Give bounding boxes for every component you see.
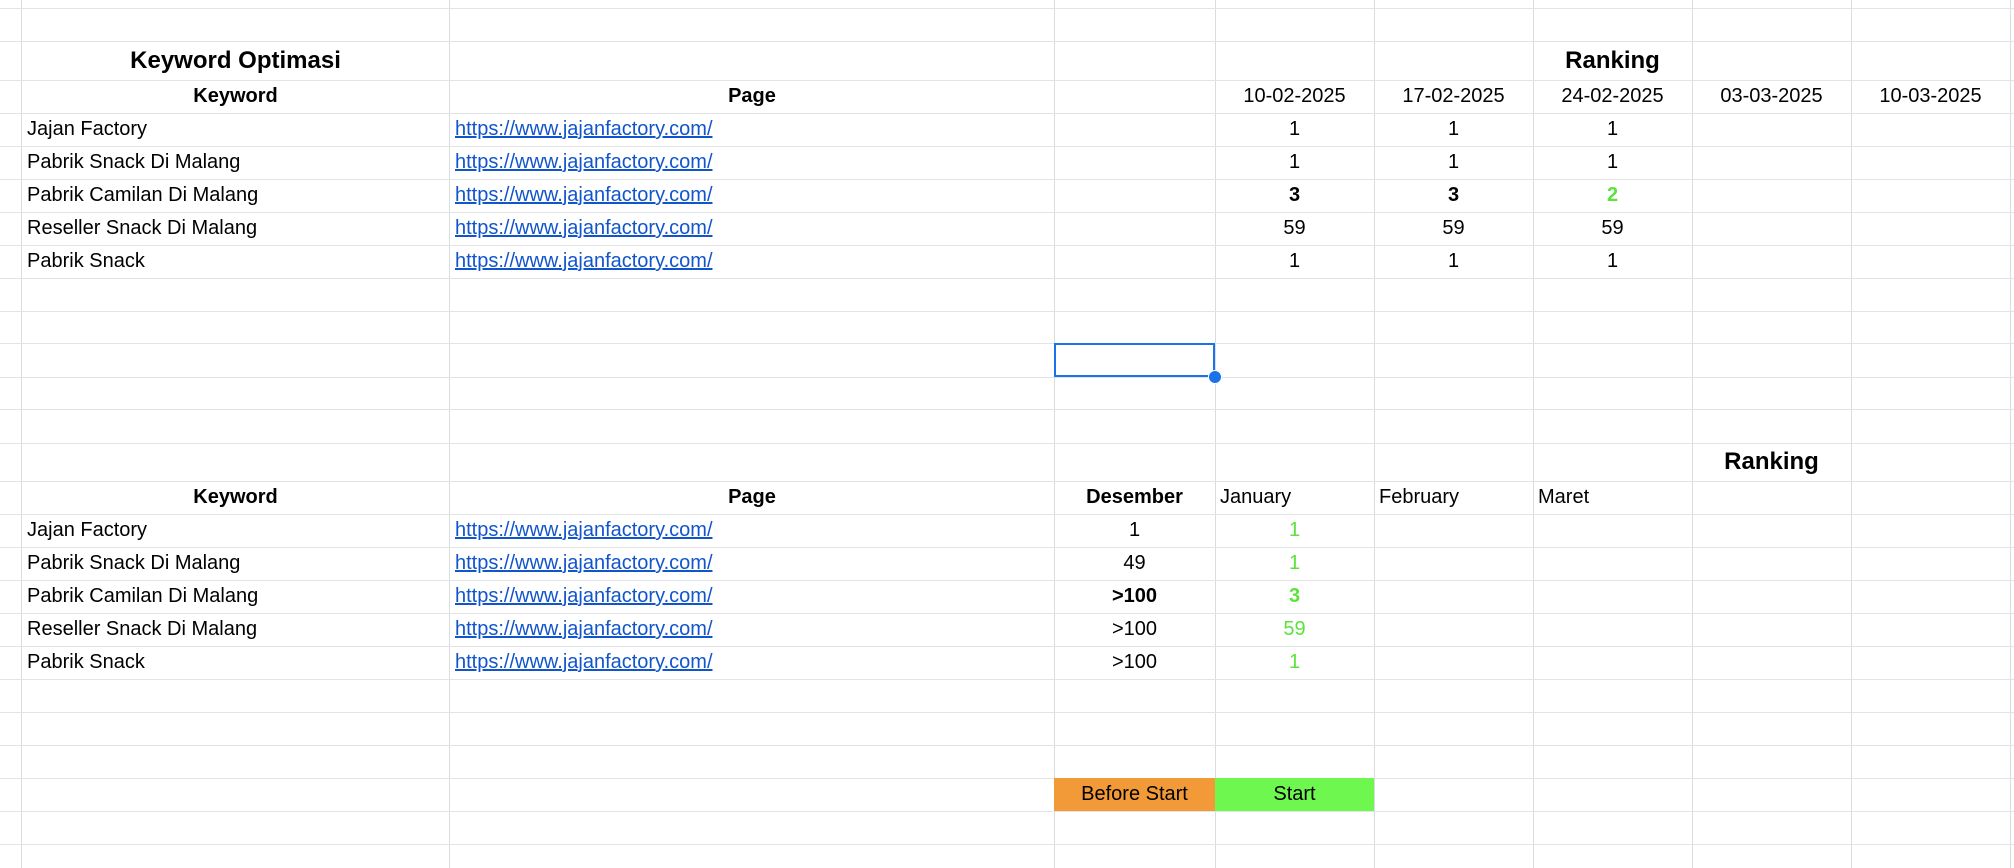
- fill-handle[interactable]: [1208, 370, 1222, 384]
- table1-rank-cell: 1: [1288, 151, 1301, 173]
- table1-page-link[interactable]: https://www.jajanfactory.com/: [450, 179, 1054, 212]
- table1-rank-cell: 1: [1606, 250, 1619, 272]
- table1-keyword-cell: Pabrik Snack: [27, 250, 145, 272]
- grid-row-line: [0, 409, 2014, 410]
- table2-keyword-cell: Reseller Snack Di Malang: [27, 618, 258, 640]
- table1-rank-cell: 2: [1606, 184, 1619, 206]
- table1-date-header: 24-02-2025: [1561, 85, 1664, 107]
- grid-row-line: [0, 745, 2014, 746]
- table2-before-cell: >100: [1111, 618, 1158, 640]
- legend-before-start: Before Start: [1054, 778, 1215, 811]
- table1-date-header: 10-02-2025: [1243, 85, 1346, 107]
- table1-page-link[interactable]: https://www.jajanfactory.com/: [450, 146, 1054, 179]
- table2-january-cell: 1: [1288, 651, 1301, 673]
- selected-cell[interactable]: [1054, 343, 1215, 377]
- table2-month-header: February: [1379, 486, 1460, 508]
- table2-before-cell: 49: [1123, 552, 1146, 574]
- table1-title: Keyword Optimasi: [130, 47, 341, 74]
- table1-rank-cell: 1: [1447, 118, 1460, 140]
- table1-page-header: Page: [728, 85, 776, 107]
- table2-january-cell: 1: [1288, 552, 1301, 574]
- table2-keyword-cell: Pabrik Camilan Di Malang: [27, 585, 259, 607]
- grid-row-line: [0, 311, 2014, 312]
- grid-row-line: [0, 8, 2014, 9]
- table2-january-cell: 3: [1288, 585, 1301, 607]
- grid-row-line: [0, 377, 2014, 378]
- table1-rank-cell: 59: [1601, 217, 1624, 239]
- table1-ranking-title: Ranking: [1565, 47, 1660, 74]
- table1-page-link[interactable]: https://www.jajanfactory.com/: [450, 212, 1054, 245]
- grid-column-line: [2010, 0, 2011, 868]
- table1-keyword-cell: Jajan Factory: [27, 118, 148, 140]
- table1-page-link[interactable]: https://www.jajanfactory.com/: [450, 245, 1054, 278]
- table1-rank-cell: 3: [1447, 184, 1460, 206]
- table2-before-header: Desember: [1086, 486, 1183, 508]
- grid-column-line: [1851, 0, 1852, 868]
- table2-keyword-cell: Jajan Factory: [27, 519, 148, 541]
- grid-column-line: [1054, 0, 1055, 868]
- table1-date-header: 10-03-2025: [1879, 85, 1982, 107]
- table1-rank-cell: 1: [1288, 118, 1301, 140]
- table1-rank-cell: 1: [1288, 250, 1301, 272]
- legend-start: Start: [1215, 778, 1374, 811]
- table2-keyword-cell: Pabrik Snack: [27, 651, 145, 673]
- table1-rank-cell: 1: [1606, 151, 1619, 173]
- table2-page-link[interactable]: https://www.jajanfactory.com/: [450, 514, 1054, 547]
- table1-rank-cell: 3: [1288, 184, 1301, 206]
- table2-page-link[interactable]: https://www.jajanfactory.com/: [450, 580, 1054, 613]
- table2-page-link[interactable]: https://www.jajanfactory.com/: [450, 547, 1054, 580]
- table1-keyword-header: Keyword: [193, 85, 278, 107]
- table1-rank-cell: 1: [1606, 118, 1619, 140]
- table2-page-link[interactable]: https://www.jajanfactory.com/: [450, 613, 1054, 646]
- table2-page-header: Page: [728, 486, 776, 508]
- grid-row-line: [0, 844, 2014, 845]
- table2-ranking-title: Ranking: [1724, 448, 1819, 475]
- table1-page-link[interactable]: https://www.jajanfactory.com/: [450, 113, 1054, 146]
- grid-row-line: [0, 811, 2014, 812]
- table2-january-cell: 1: [1288, 519, 1301, 541]
- table2-keyword-header: Keyword: [193, 486, 278, 508]
- table2-before-cell: >100: [1111, 585, 1158, 607]
- table2-before-cell: 1: [1128, 519, 1141, 541]
- table2-month-header: Maret: [1538, 486, 1590, 508]
- table1-rank-cell: 1: [1447, 250, 1460, 272]
- table2-month-header: January: [1220, 486, 1292, 508]
- table2-page-link[interactable]: https://www.jajanfactory.com/: [450, 646, 1054, 679]
- table1-rank-cell: 1: [1447, 151, 1460, 173]
- table2-before-cell: >100: [1111, 651, 1158, 673]
- table1-date-header: 03-03-2025: [1720, 85, 1823, 107]
- table1-keyword-cell: Pabrik Snack Di Malang: [27, 151, 241, 173]
- grid-row-line: [0, 679, 2014, 680]
- grid-row-line: [0, 712, 2014, 713]
- table2-january-cell: 59: [1283, 618, 1306, 640]
- table1-keyword-cell: Pabrik Camilan Di Malang: [27, 184, 259, 206]
- grid-row-line: [0, 278, 2014, 279]
- grid-row-line: [0, 778, 2014, 779]
- table1-rank-cell: 59: [1442, 217, 1465, 239]
- table1-date-header: 17-02-2025: [1402, 85, 1505, 107]
- table2-keyword-cell: Pabrik Snack Di Malang: [27, 552, 241, 574]
- grid-row-line: [0, 343, 2014, 344]
- table1-keyword-cell: Reseller Snack Di Malang: [27, 217, 258, 239]
- table1-rank-cell: 59: [1283, 217, 1306, 239]
- grid-column-line: [1692, 0, 1693, 868]
